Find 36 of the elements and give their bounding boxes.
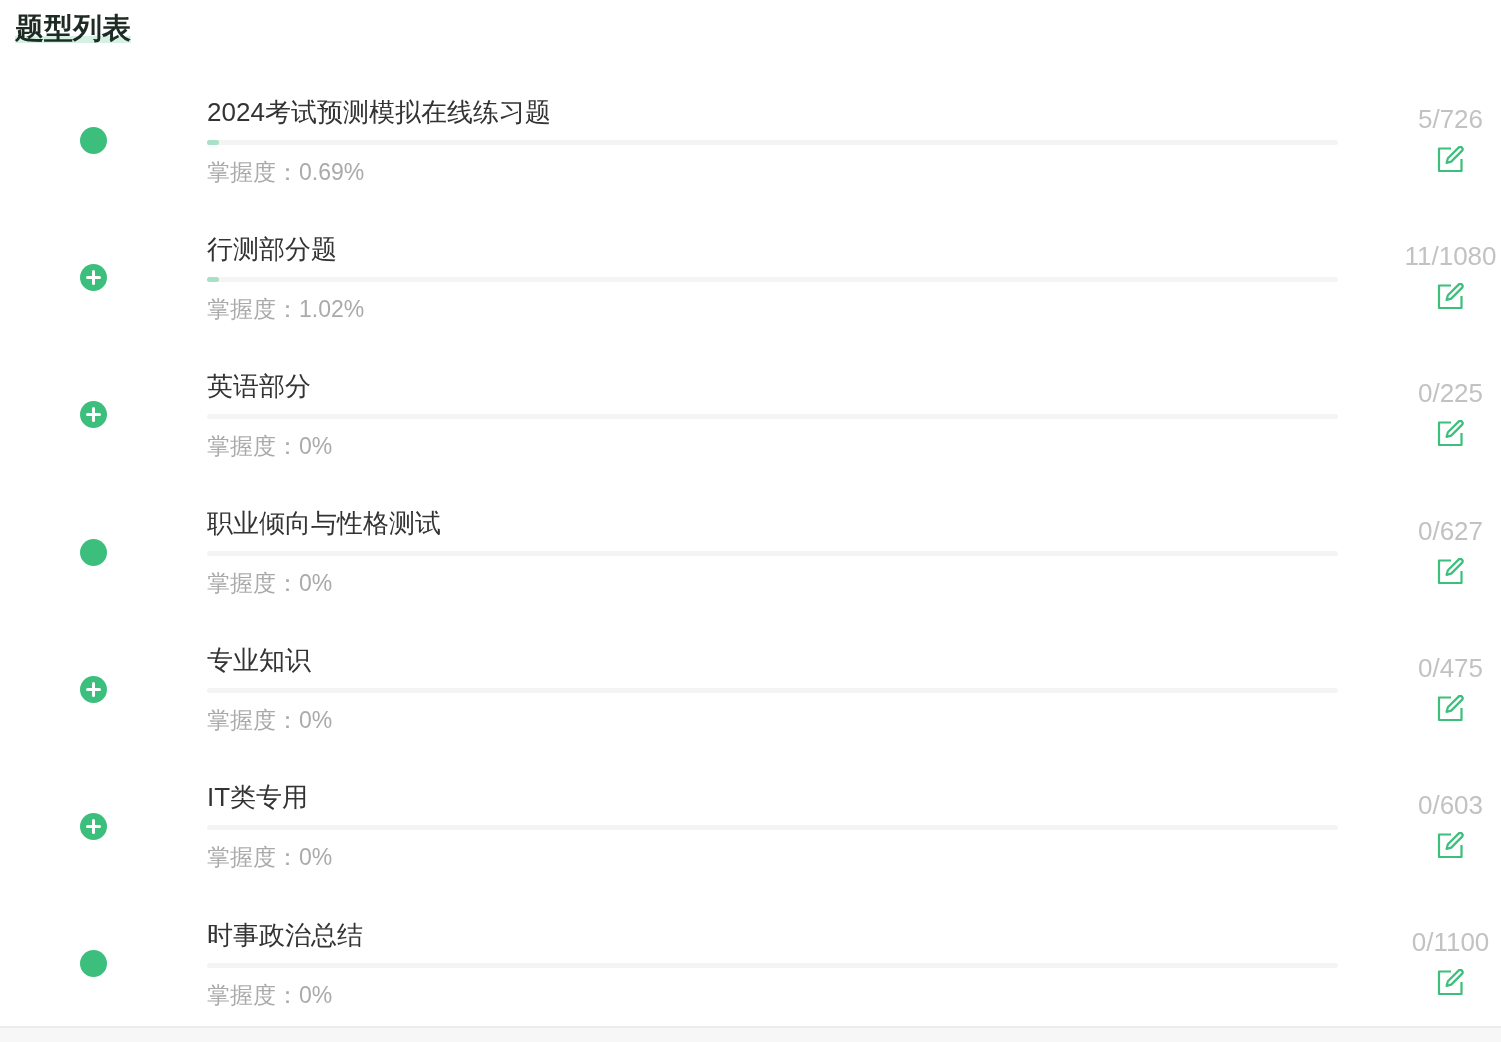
question-count: 0/603: [1417, 789, 1484, 820]
edit-icon[interactable]: [1437, 283, 1464, 311]
expand-plus-icon[interactable]: [80, 675, 107, 703]
mastery-text: 掌握度：0%: [207, 431, 333, 461]
expand-plus-icon[interactable]: [80, 812, 107, 840]
mastery-text: 掌握度：0%: [207, 843, 333, 873]
question-count: 0/225: [1417, 378, 1484, 409]
edit-icon[interactable]: [1437, 694, 1464, 722]
topic-title: 时事政治总结: [207, 918, 363, 952]
question-count: 0/475: [1417, 652, 1484, 683]
status-dot-icon: [80, 127, 107, 155]
topic-title: 2024考试预测模拟在线练习题: [207, 95, 551, 129]
edit-icon[interactable]: [1437, 557, 1464, 585]
question-count: 5/726: [1417, 104, 1484, 135]
expand-plus-icon[interactable]: [80, 401, 107, 429]
edit-icon[interactable]: [1437, 146, 1464, 174]
mastery-text: 掌握度：0.69%: [207, 157, 365, 187]
edit-icon[interactable]: [1437, 969, 1464, 996]
mastery-text: 掌握度：0%: [207, 569, 333, 599]
topic-title: 英语部分: [207, 369, 311, 403]
topic-title: 行测部分题: [207, 232, 337, 266]
status-dot-icon: [80, 538, 107, 566]
question-count: 11/1080: [1404, 241, 1497, 272]
topic-title: 职业倾向与性格测试: [207, 507, 441, 541]
question-count: 0/1100: [1411, 927, 1490, 957]
mastery-text: 掌握度：1.02%: [207, 294, 365, 324]
expand-plus-icon[interactable]: [80, 264, 107, 292]
topic-title: IT类专用: [207, 781, 309, 815]
mastery-text: 掌握度：0%: [207, 980, 333, 1010]
question-count: 0/627: [1417, 515, 1484, 546]
section-title: 题型列表: [15, 10, 131, 46]
edit-icon[interactable]: [1437, 420, 1464, 448]
edit-icon[interactable]: [1437, 831, 1464, 859]
mastery-text: 掌握度：0%: [207, 706, 333, 736]
topic-title: 专业知识: [207, 644, 311, 678]
status-dot-icon: [80, 950, 107, 977]
